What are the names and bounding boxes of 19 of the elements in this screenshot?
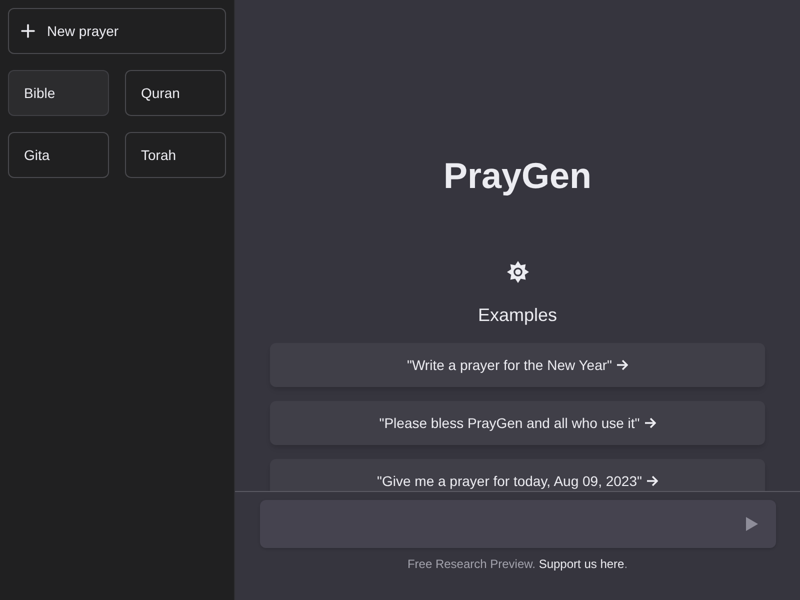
scripture-button[interactable]: Torah: [125, 132, 226, 178]
support-link[interactable]: Support us here: [538, 557, 624, 571]
example-prompt-button[interactable]: "Please bless PrayGen and all who use it": [270, 401, 765, 445]
message-input[interactable]: [260, 500, 776, 548]
scripture-button[interactable]: Quran: [125, 70, 226, 116]
example-prompt-button[interactable]: "Give me a prayer for today, Aug 09, 2023": [270, 459, 765, 491]
send-icon: [744, 516, 758, 532]
plus-icon: [21, 24, 35, 38]
arrow-right-icon: [646, 475, 658, 487]
scripture-button[interactable]: Gita: [8, 132, 109, 178]
arrow-right-icon: [644, 417, 656, 429]
sun-icon: [506, 260, 530, 284]
scripture-button[interactable]: Bible: [8, 70, 109, 116]
app-title: PrayGen: [443, 154, 592, 198]
example-prompt-button[interactable]: "Write a prayer for the New Year": [270, 343, 765, 387]
arrow-right-icon: [616, 359, 628, 371]
new-prayer-button[interactable]: New prayer: [8, 8, 226, 54]
footer-text: Free Research Preview. Support us here.: [407, 556, 628, 572]
examples-heading: Examples: [478, 304, 558, 327]
